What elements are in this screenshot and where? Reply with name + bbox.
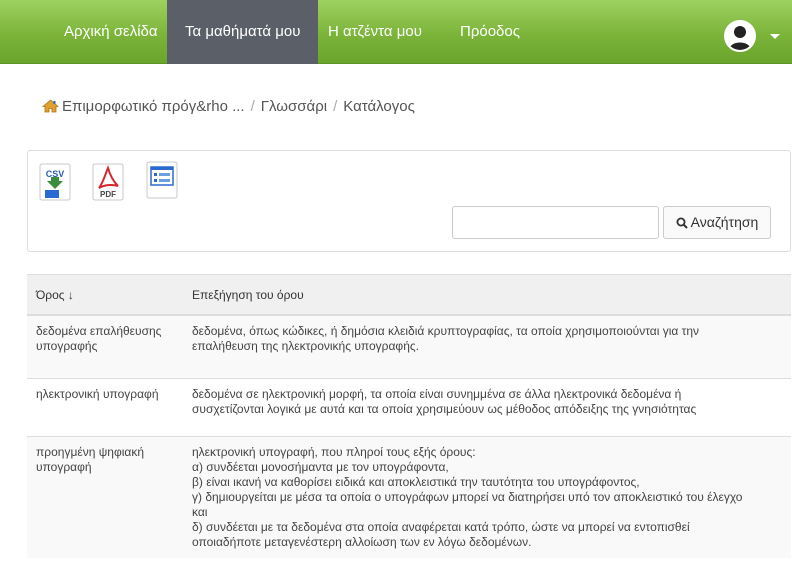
breadcrumb-course[interactable]: Επιμορφωτικό πρόγ&rho ... <box>62 98 245 115</box>
search-button[interactable]: Αναζήτηση <box>663 206 771 239</box>
avatar-icon <box>724 20 756 52</box>
definition-cell: δεδομένα, όπως κώδικες, ή δημόσια κλειδι… <box>183 314 791 379</box>
term-cell: ηλεκτρονική υπογραφή <box>27 378 183 437</box>
term-text: υπογραφής <box>36 338 98 353</box>
definition-cell: δεδομένα σε ηλεκτρονική μορφή, τα οποία … <box>183 378 791 437</box>
breadcrumb-separator: / <box>333 98 338 115</box>
top-navbar: Αρχική σελίδα Τα μαθήματά μου Η ατζέντα … <box>0 0 792 64</box>
definition-text: οποιαδήποτε μεταγενέστερη αλλοίωση των ε… <box>192 535 532 549</box>
term-text: υπογραφή <box>36 460 92 474</box>
definition-text: γ) δημιουργείται με μέσα τα οποία ο υπογ… <box>192 490 743 504</box>
table-row: ηλεκτρονική υπογραφή δεδομένα σε ηλεκτρο… <box>27 378 791 437</box>
user-menu[interactable] <box>724 20 782 52</box>
column-header-term[interactable]: Όρος ↓ <box>27 274 183 316</box>
list-view-icon <box>146 161 178 199</box>
term-text: δεδομένα επαλήθευσης <box>36 323 162 338</box>
csv-icon: CSV <box>39 163 71 201</box>
definition-text: α) συνδέεται μονοσήμαντα με τον υπογράφο… <box>192 460 449 474</box>
definition-text: συσχετίζονται λογικά με αυτά και τα οποί… <box>192 402 697 416</box>
search-button-label: Αναζήτηση <box>690 213 759 230</box>
term-text: ηλεκτρονική υπογραφή <box>36 387 159 401</box>
search-input[interactable] <box>452 206 659 239</box>
column-header-definition: Επεξήγηση του όρου <box>183 274 791 316</box>
breadcrumb-separator: / <box>250 98 255 115</box>
pdf-icon: PDF <box>92 163 124 201</box>
export-pdf-button[interactable]: PDF <box>92 163 124 201</box>
breadcrumb-glossary[interactable]: Γλωσσάρι <box>261 98 327 115</box>
definition-text: δεδομένα σε ηλεκτρονική μορφή, τα οποία … <box>192 387 682 401</box>
definition-text: ηλεκτρονική υπογραφή, που πληροί τους εξ… <box>192 445 476 459</box>
chevron-down-icon <box>770 34 780 39</box>
definition-text: επαλήθευση της ηλεκτρονικής υπογραφής. <box>192 338 420 353</box>
nav-progress[interactable]: Πρόοδος <box>442 0 538 64</box>
definition-cell: ηλεκτρονική υπογραφή, που πληροί τους εξ… <box>183 436 791 558</box>
breadcrumb-catalog: Κατάλογος <box>343 98 415 115</box>
table-row: δεδομένα επαλήθευσης υπογραφής δεδομένα,… <box>27 314 791 379</box>
term-cell: δεδομένα επαλήθευσης υπογραφής <box>27 314 183 379</box>
nav-home[interactable]: Αρχική σελίδα <box>46 0 176 64</box>
svg-text:PDF: PDF <box>100 190 116 199</box>
table-row: προηγμένη ψηφιακή υπογραφή ηλεκτρονική υ… <box>27 436 791 558</box>
glossary-table: Όρος ↓ Επεξήγηση του όρου δεδομένα επαλή… <box>27 274 791 558</box>
nav-my-agenda[interactable]: Η ατζέντα μου <box>310 0 440 64</box>
term-text: προηγμένη ψηφιακή <box>36 445 145 459</box>
print-view-button[interactable] <box>146 161 178 199</box>
search-icon <box>676 216 688 232</box>
definition-text: δ) συνδέεται με τα δεδομένα στα οποία αν… <box>192 520 690 534</box>
table-header-row: Όρος ↓ Επεξήγηση του όρου <box>27 274 791 316</box>
definition-text: β) είναι ικανή να καθορίσει ειδικά και α… <box>192 475 640 489</box>
nav-my-courses[interactable]: Τα μαθήματά μου <box>167 0 319 64</box>
home-icon[interactable] <box>41 99 60 117</box>
term-cell: προηγμένη ψηφιακή υπογραφή <box>27 436 183 558</box>
breadcrumb: Επιμορφωτικό πρόγ&rho ... / Γλωσσάρι / Κατάλ… <box>41 98 415 117</box>
toolbar-panel: CSV PDF Αναζήτηση <box>27 150 791 252</box>
export-csv-button[interactable]: CSV <box>39 163 71 201</box>
definition-text: δεδομένα, όπως κώδικες, ή δημόσια κλειδι… <box>192 323 700 338</box>
definition-text: και <box>192 505 208 519</box>
